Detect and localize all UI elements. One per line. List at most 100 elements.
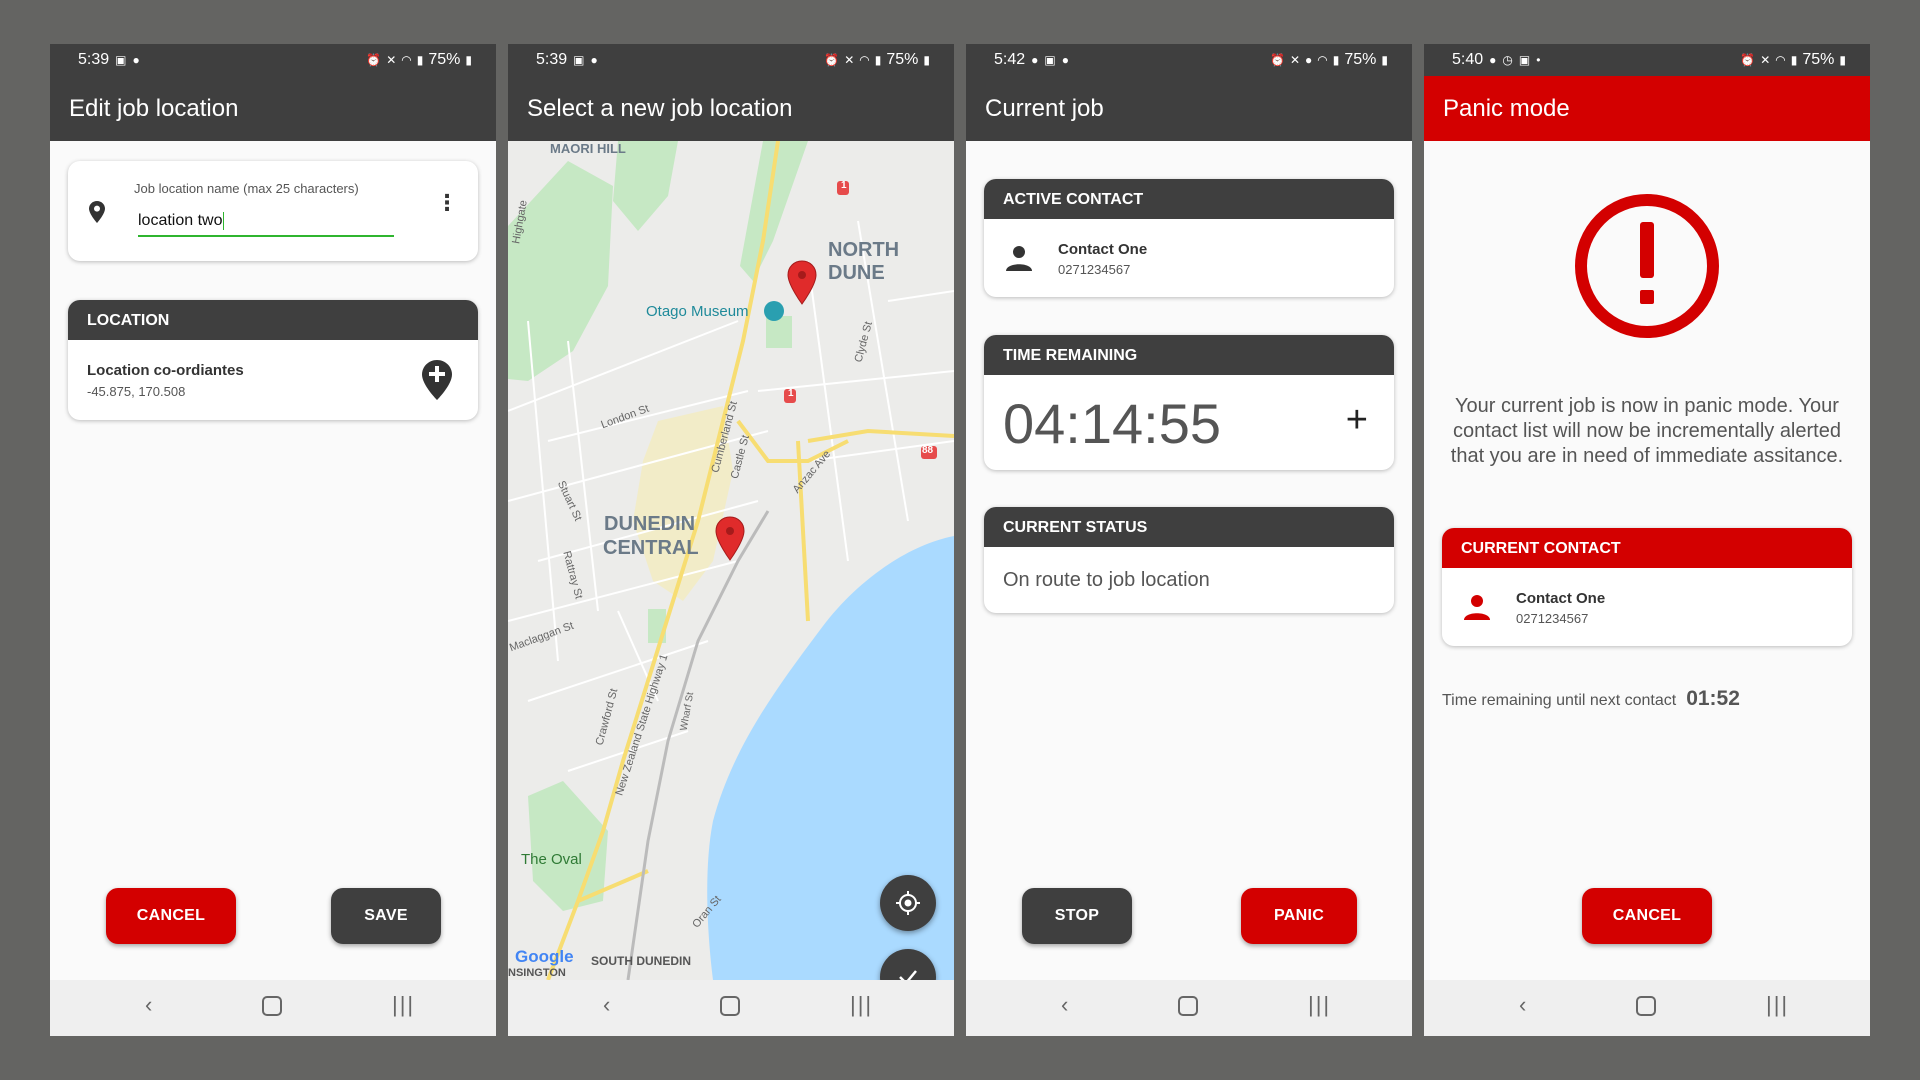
highway-shield-1: 1 (841, 180, 847, 191)
next-contact-label: Time remaining until next contact (1442, 692, 1677, 709)
image-icon: ▣ (115, 53, 127, 67)
mute-icon: ✕ (386, 53, 397, 67)
alarm-icon: ⏰ (824, 53, 840, 67)
highway-shield-1-south: 1 (788, 388, 794, 399)
highway-shield-88: 88 (922, 445, 934, 456)
person-icon (1006, 246, 1032, 271)
back-icon[interactable]: ‹ (1061, 994, 1068, 1016)
battery-icon: ▮ (465, 53, 472, 67)
next-contact-value: 01:52 (1686, 687, 1740, 710)
panic-button[interactable]: PANIC (1241, 888, 1357, 944)
current-status-header: CURRENT STATUS (984, 507, 1394, 547)
alarm-icon: ⏰ (1270, 53, 1285, 67)
map-label-the-oval: The Oval (521, 851, 582, 868)
wifi-icon: ◠ (401, 53, 412, 67)
current-contact-card: CURRENT CONTACT Contact One 0271234567 (1442, 528, 1852, 646)
panic-message: Your current job is now in panic mode. Y… (1450, 395, 1844, 467)
active-contact-header: ACTIVE CONTACT (984, 179, 1394, 219)
screen-current-job: 5:42 ● ▣ ● ⏰ ✕ ● ◠ ▮ 75% ▮ Current job A… (966, 44, 1412, 1036)
app-bar: Select a new job location (508, 76, 954, 141)
map-label-central: CENTRAL (603, 537, 699, 559)
map-view[interactable]: MAORI HILL NORTH DUNE Otago Museum DUNED… (508, 141, 954, 980)
map-label-otago-museum: Otago Museum (646, 303, 749, 320)
app-bar: Edit job location (50, 76, 496, 141)
image-icon: ▣ (573, 53, 585, 67)
time-remaining-header: TIME REMAINING (984, 335, 1394, 375)
battery-percent: 75% (1802, 51, 1835, 68)
person-icon (1464, 595, 1490, 620)
location-card: LOCATION Location co-ordiantes -45.875, … (68, 300, 478, 420)
add-time-icon[interactable]: + (1346, 399, 1368, 442)
screen-edit-job-location: 5:39 ▣ ● ⏰ ✕ ◠ ▮ 75% ▮ Edit job location… (50, 44, 496, 1036)
alarm-icon: ⏰ (366, 53, 382, 67)
navigation-bar: ‹ ||| (508, 980, 954, 1036)
active-contact-info: Contact One 0271234567 (1058, 241, 1147, 277)
wifi-icon: ◠ (859, 53, 870, 67)
more-options-icon[interactable]: ⋮ (436, 192, 458, 214)
map-label-maori-hill: MAORI HILL (550, 141, 626, 156)
text-cursor (222, 211, 224, 230)
home-icon[interactable] (1178, 996, 1198, 1016)
notification-icon: ● (590, 53, 598, 67)
navigation-bar: ‹ ||| (50, 980, 496, 1036)
map-label-south-dunedin: SOUTH DUNEDIN (591, 954, 692, 968)
home-icon[interactable] (1636, 996, 1656, 1016)
cancel-button[interactable]: CANCEL (106, 888, 236, 944)
add-location-icon[interactable] (422, 360, 452, 400)
current-contact-info: Contact One 0271234567 (1516, 590, 1605, 626)
location-name-input[interactable]: location two (138, 209, 394, 237)
alert-icon: ● (1489, 53, 1497, 67)
save-button[interactable]: SAVE (331, 888, 441, 944)
navigation-bar: ‹ ||| (966, 980, 1412, 1036)
battery-icon: ▮ (1839, 53, 1846, 67)
back-icon[interactable]: ‹ (603, 994, 610, 1016)
location-name-value: location two (138, 212, 223, 229)
my-location-button[interactable] (880, 875, 936, 931)
location-pin-icon (89, 201, 105, 223)
check-icon (899, 970, 917, 980)
status-bar: 5:39 ▣ ● ⏰ ✕ ◠ ▮ 75% ▮ (508, 44, 954, 76)
signal-icon: ▮ (1790, 53, 1798, 67)
google-logo: Google (515, 947, 574, 966)
map-label-north-dune: NORTH DUNE (828, 239, 900, 284)
screen-panic-mode: 5:40 ● ◷ ▣ • ⏰ ✕ ◠ ▮ 75% ▮ Panic mode Yo… (1424, 44, 1870, 1036)
contact-phone: 0271234567 (1516, 611, 1589, 626)
alarm-icon: ⏰ (1740, 53, 1756, 67)
time-remaining-card: TIME REMAINING 04:14:55 + (984, 335, 1394, 470)
recent-apps-icon[interactable]: ||| (1308, 994, 1331, 1016)
page-title: Panic mode (1443, 95, 1570, 122)
recent-apps-icon[interactable]: ||| (1766, 994, 1789, 1016)
location-card-header: LOCATION (68, 300, 478, 340)
cancel-panic-button[interactable]: CANCEL (1582, 888, 1712, 944)
back-icon[interactable]: ‹ (145, 994, 152, 1016)
page-title: Current job (985, 95, 1104, 122)
notification-icon: ● (132, 53, 140, 67)
map-label-kensington: NSINGTON (508, 967, 566, 979)
battery-icon: ▮ (923, 53, 930, 67)
location-name-card: Job location name (max 25 characters) lo… (68, 161, 478, 261)
coordinates-value: -45.875, 170.508 (87, 384, 186, 399)
notification-icon: ● (1061, 53, 1069, 67)
signal-icon: ▮ (874, 53, 882, 67)
screen-select-location: 5:39 ▣ ● ⏰ ✕ ◠ ▮ 75% ▮ Select a new job … (508, 44, 954, 1036)
time-remaining-value: 04:14:55 (1003, 392, 1221, 455)
stop-button[interactable]: STOP (1022, 888, 1132, 944)
battery-percent: 75% (1344, 51, 1377, 68)
map-label-dunedin: DUNEDIN (604, 513, 696, 535)
image-icon: ▣ (1044, 53, 1056, 67)
next-contact-timer: Time remaining until next contact 01:52 (1442, 687, 1740, 711)
home-icon[interactable] (262, 996, 282, 1016)
home-icon[interactable] (720, 996, 740, 1016)
back-icon[interactable]: ‹ (1519, 994, 1526, 1016)
mute-icon: ✕ (844, 53, 855, 67)
location-icon: ● (1305, 53, 1313, 67)
page-title: Select a new job location (527, 95, 793, 122)
recent-apps-icon[interactable]: ||| (392, 994, 415, 1016)
battery-icon: ▮ (1381, 53, 1388, 67)
app-bar: Current job (966, 76, 1412, 141)
recent-apps-icon[interactable]: ||| (850, 994, 873, 1016)
contact-name: Contact One (1516, 590, 1606, 607)
status-time: 5:39 (536, 51, 568, 68)
wifi-icon: ◠ (1317, 53, 1328, 67)
wifi-icon: ◠ (1775, 53, 1786, 67)
